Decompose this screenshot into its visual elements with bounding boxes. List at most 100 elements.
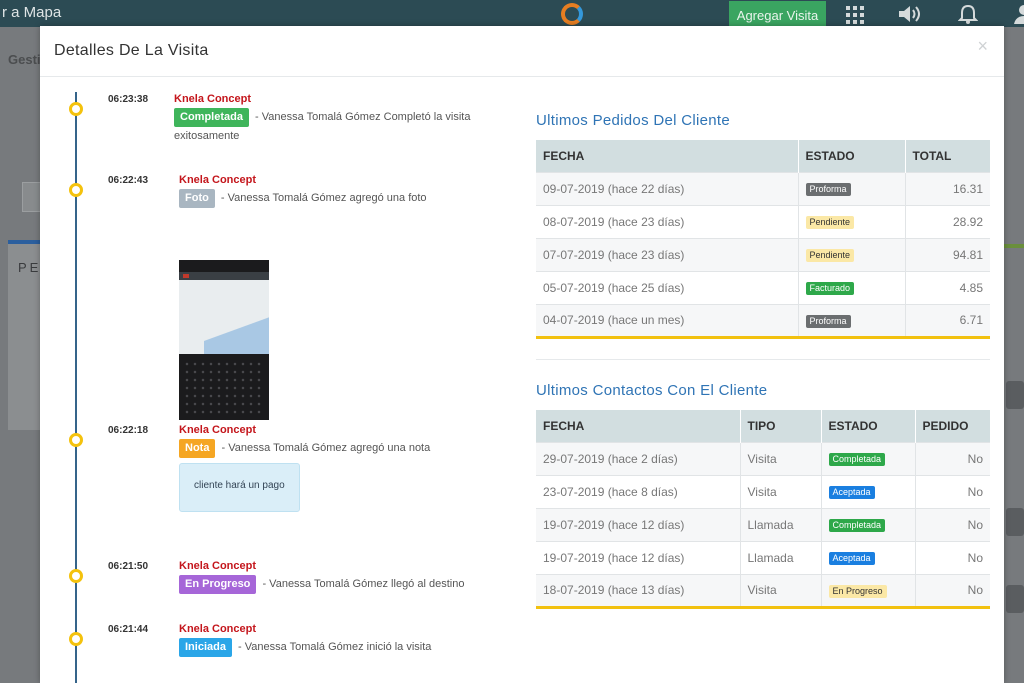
event-text: - Vanessa Tomalá Gómez agregó una nota <box>218 442 431 454</box>
event-body: Completada - Vanessa Tomalá Gómez Comple… <box>174 108 484 145</box>
map-link[interactable]: r a Mapa <box>2 4 61 21</box>
event-time: 06:21:44 <box>108 624 149 635</box>
order-date-cell: 07-07-2019 (hace 23 días) <box>536 237 799 271</box>
contact-date-cell: 29-07-2019 (hace 2 días) <box>536 441 741 475</box>
order-status-cell: Proforma <box>798 171 906 205</box>
column-header-status[interactable]: ESTADO <box>821 410 916 442</box>
event-body: Foto - Vanessa Tomalá Gómez agregó una f… <box>179 189 499 208</box>
contact-order-cell: No <box>915 474 990 508</box>
section-divider <box>536 359 990 360</box>
contact-order-cell: No <box>915 507 990 541</box>
note-box: cliente hará un pago <box>179 463 300 512</box>
table-row[interactable]: 07-07-2019 (hace 23 días) Pendiente 94.81 <box>536 237 990 271</box>
contact-order-cell: No <box>915 540 990 574</box>
visit-photo[interactable] <box>179 260 269 420</box>
user-icon[interactable] <box>1014 4 1024 24</box>
column-header-status[interactable]: ESTADO <box>798 140 906 172</box>
contact-type-cell: Llamada <box>740 507 822 541</box>
timeline-line <box>75 92 77 683</box>
table-header-row: FECHA ESTADO TOTAL <box>536 140 990 172</box>
top-navbar: r a Mapa Agregar Visita <box>0 0 1024 28</box>
close-icon[interactable]: × <box>977 36 988 57</box>
contact-type-cell: Visita <box>740 573 822 609</box>
status-badge: En Progreso <box>179 575 257 594</box>
event-text: - Vanessa Tomalá Gómez inició la visita <box>234 641 432 653</box>
order-total-cell: 94.81 <box>905 237 990 271</box>
add-visit-button[interactable]: Agregar Visita <box>729 1 826 28</box>
photo-screen <box>179 272 269 354</box>
column-header-date[interactable]: FECHA <box>536 140 799 172</box>
timeline-dot <box>69 433 83 447</box>
order-date-cell: 08-07-2019 (hace 23 días) <box>536 204 799 238</box>
status-badge: Foto <box>179 189 215 208</box>
photo-mark <box>183 274 189 278</box>
table-row[interactable]: 04-07-2019 (hace un mes) Proforma 6.71 <box>536 303 990 339</box>
contact-status-cell: Aceptada <box>821 474 916 508</box>
status-badge: Iniciada <box>179 638 232 657</box>
timeline-dot <box>69 183 83 197</box>
status-badge: Pendiente <box>805 216 855 229</box>
event-body: Iniciada - Vanessa Tomalá Gómez inició l… <box>179 638 499 657</box>
contact-type-cell: Llamada <box>740 540 822 574</box>
column-header-total[interactable]: TOTAL <box>905 140 990 172</box>
order-date-cell: 04-07-2019 (hace un mes) <box>536 303 799 339</box>
event-text: - Vanessa Tomalá Gómez agregó una foto <box>217 192 427 204</box>
table-row[interactable]: 18-07-2019 (hace 13 días) Visita En Progre… <box>536 573 990 609</box>
event-time: 06:23:38 <box>108 94 149 105</box>
bell-icon[interactable] <box>958 4 978 24</box>
timeline-dot <box>69 102 83 116</box>
table-row[interactable]: 19-07-2019 (hace 12 días) Llamada Aceptada… <box>536 540 990 574</box>
status-badge: Proforma <box>805 183 851 196</box>
order-status-cell: Proforma <box>798 303 906 339</box>
background-button <box>1006 585 1024 613</box>
status-badge: Completada <box>828 453 886 466</box>
status-badge: En Progreso <box>828 584 887 598</box>
order-total-cell: 6.71 <box>905 303 990 339</box>
table-row[interactable]: 05-07-2019 (hace 25 días) Facturado 4.85 <box>536 270 990 304</box>
event-time: 06:22:43 <box>108 175 149 186</box>
event-author: Knela Concept <box>174 93 252 105</box>
order-status-cell: Facturado <box>798 270 906 304</box>
orders-table: FECHA ESTADO TOTAL 09-07-2019 (hace 22 d… <box>536 140 990 339</box>
order-status-cell: Pendiente <box>798 237 906 271</box>
timeline-dot <box>69 632 83 646</box>
modal-header: Detalles De La Visita × <box>40 26 1004 77</box>
status-badge: Pendiente <box>805 249 855 262</box>
contact-type-cell: Visita <box>740 474 822 508</box>
event-author: Knela Concept <box>179 623 257 635</box>
contact-status-cell: Completada <box>821 507 916 541</box>
column-header-type[interactable]: TIPO <box>740 410 822 442</box>
contact-date-cell: 19-07-2019 (hace 12 días) <box>536 507 741 541</box>
status-badge: Aceptada <box>828 486 875 499</box>
status-badge: Completada <box>174 108 249 127</box>
table-row[interactable]: 08-07-2019 (hace 23 días) Pendiente 28.92 <box>536 204 990 238</box>
background-accent-strip <box>1004 244 1024 248</box>
sound-icon[interactable] <box>897 4 923 24</box>
apps-grid-icon[interactable] <box>846 6 864 24</box>
visit-timeline: 06:23:38 Knela Concept Completada - Vane… <box>40 78 520 683</box>
photo-bar <box>179 272 269 280</box>
status-badge: Facturado <box>805 282 855 295</box>
event-body: En Progreso - Vanessa Tomalá Gómez llegó… <box>179 575 509 594</box>
order-date-cell: 09-07-2019 (hace 22 días) <box>536 171 799 205</box>
contacts-title: Ultimos Contactos Con El Cliente <box>536 382 768 399</box>
status-badge: Aceptada <box>828 552 875 565</box>
table-row[interactable]: 19-07-2019 (hace 12 días) Llamada Completa… <box>536 507 990 541</box>
column-header-date[interactable]: FECHA <box>536 410 741 442</box>
column-header-order[interactable]: PEDIDO <box>915 410 990 442</box>
background-nav-label: Gesti <box>8 52 41 67</box>
order-status-cell: Pendiente <box>798 204 906 238</box>
photo-chart <box>204 316 269 354</box>
table-row[interactable]: 09-07-2019 (hace 22 días) Proforma 16.31 <box>536 171 990 205</box>
orders-title: Ultimos Pedidos Del Cliente <box>536 112 731 129</box>
photo-keyboard <box>183 360 265 414</box>
table-row[interactable]: 23-07-2019 (hace 8 días) Visita Aceptada No <box>536 474 990 508</box>
contacts-table: FECHA TIPO ESTADO PEDIDO 29-07-2019 (hac… <box>536 410 990 609</box>
event-text: - Vanessa Tomalá Gómez llegó al destino <box>259 578 465 590</box>
contact-status-cell: Aceptada <box>821 540 916 574</box>
table-row[interactable]: 29-07-2019 (hace 2 días) Visita Completada… <box>536 441 990 475</box>
contact-date-cell: 23-07-2019 (hace 8 días) <box>536 474 741 508</box>
modal-title: Detalles De La Visita <box>54 42 209 59</box>
background-card-title: PE <box>18 260 42 275</box>
event-time: 06:22:18 <box>108 425 149 436</box>
